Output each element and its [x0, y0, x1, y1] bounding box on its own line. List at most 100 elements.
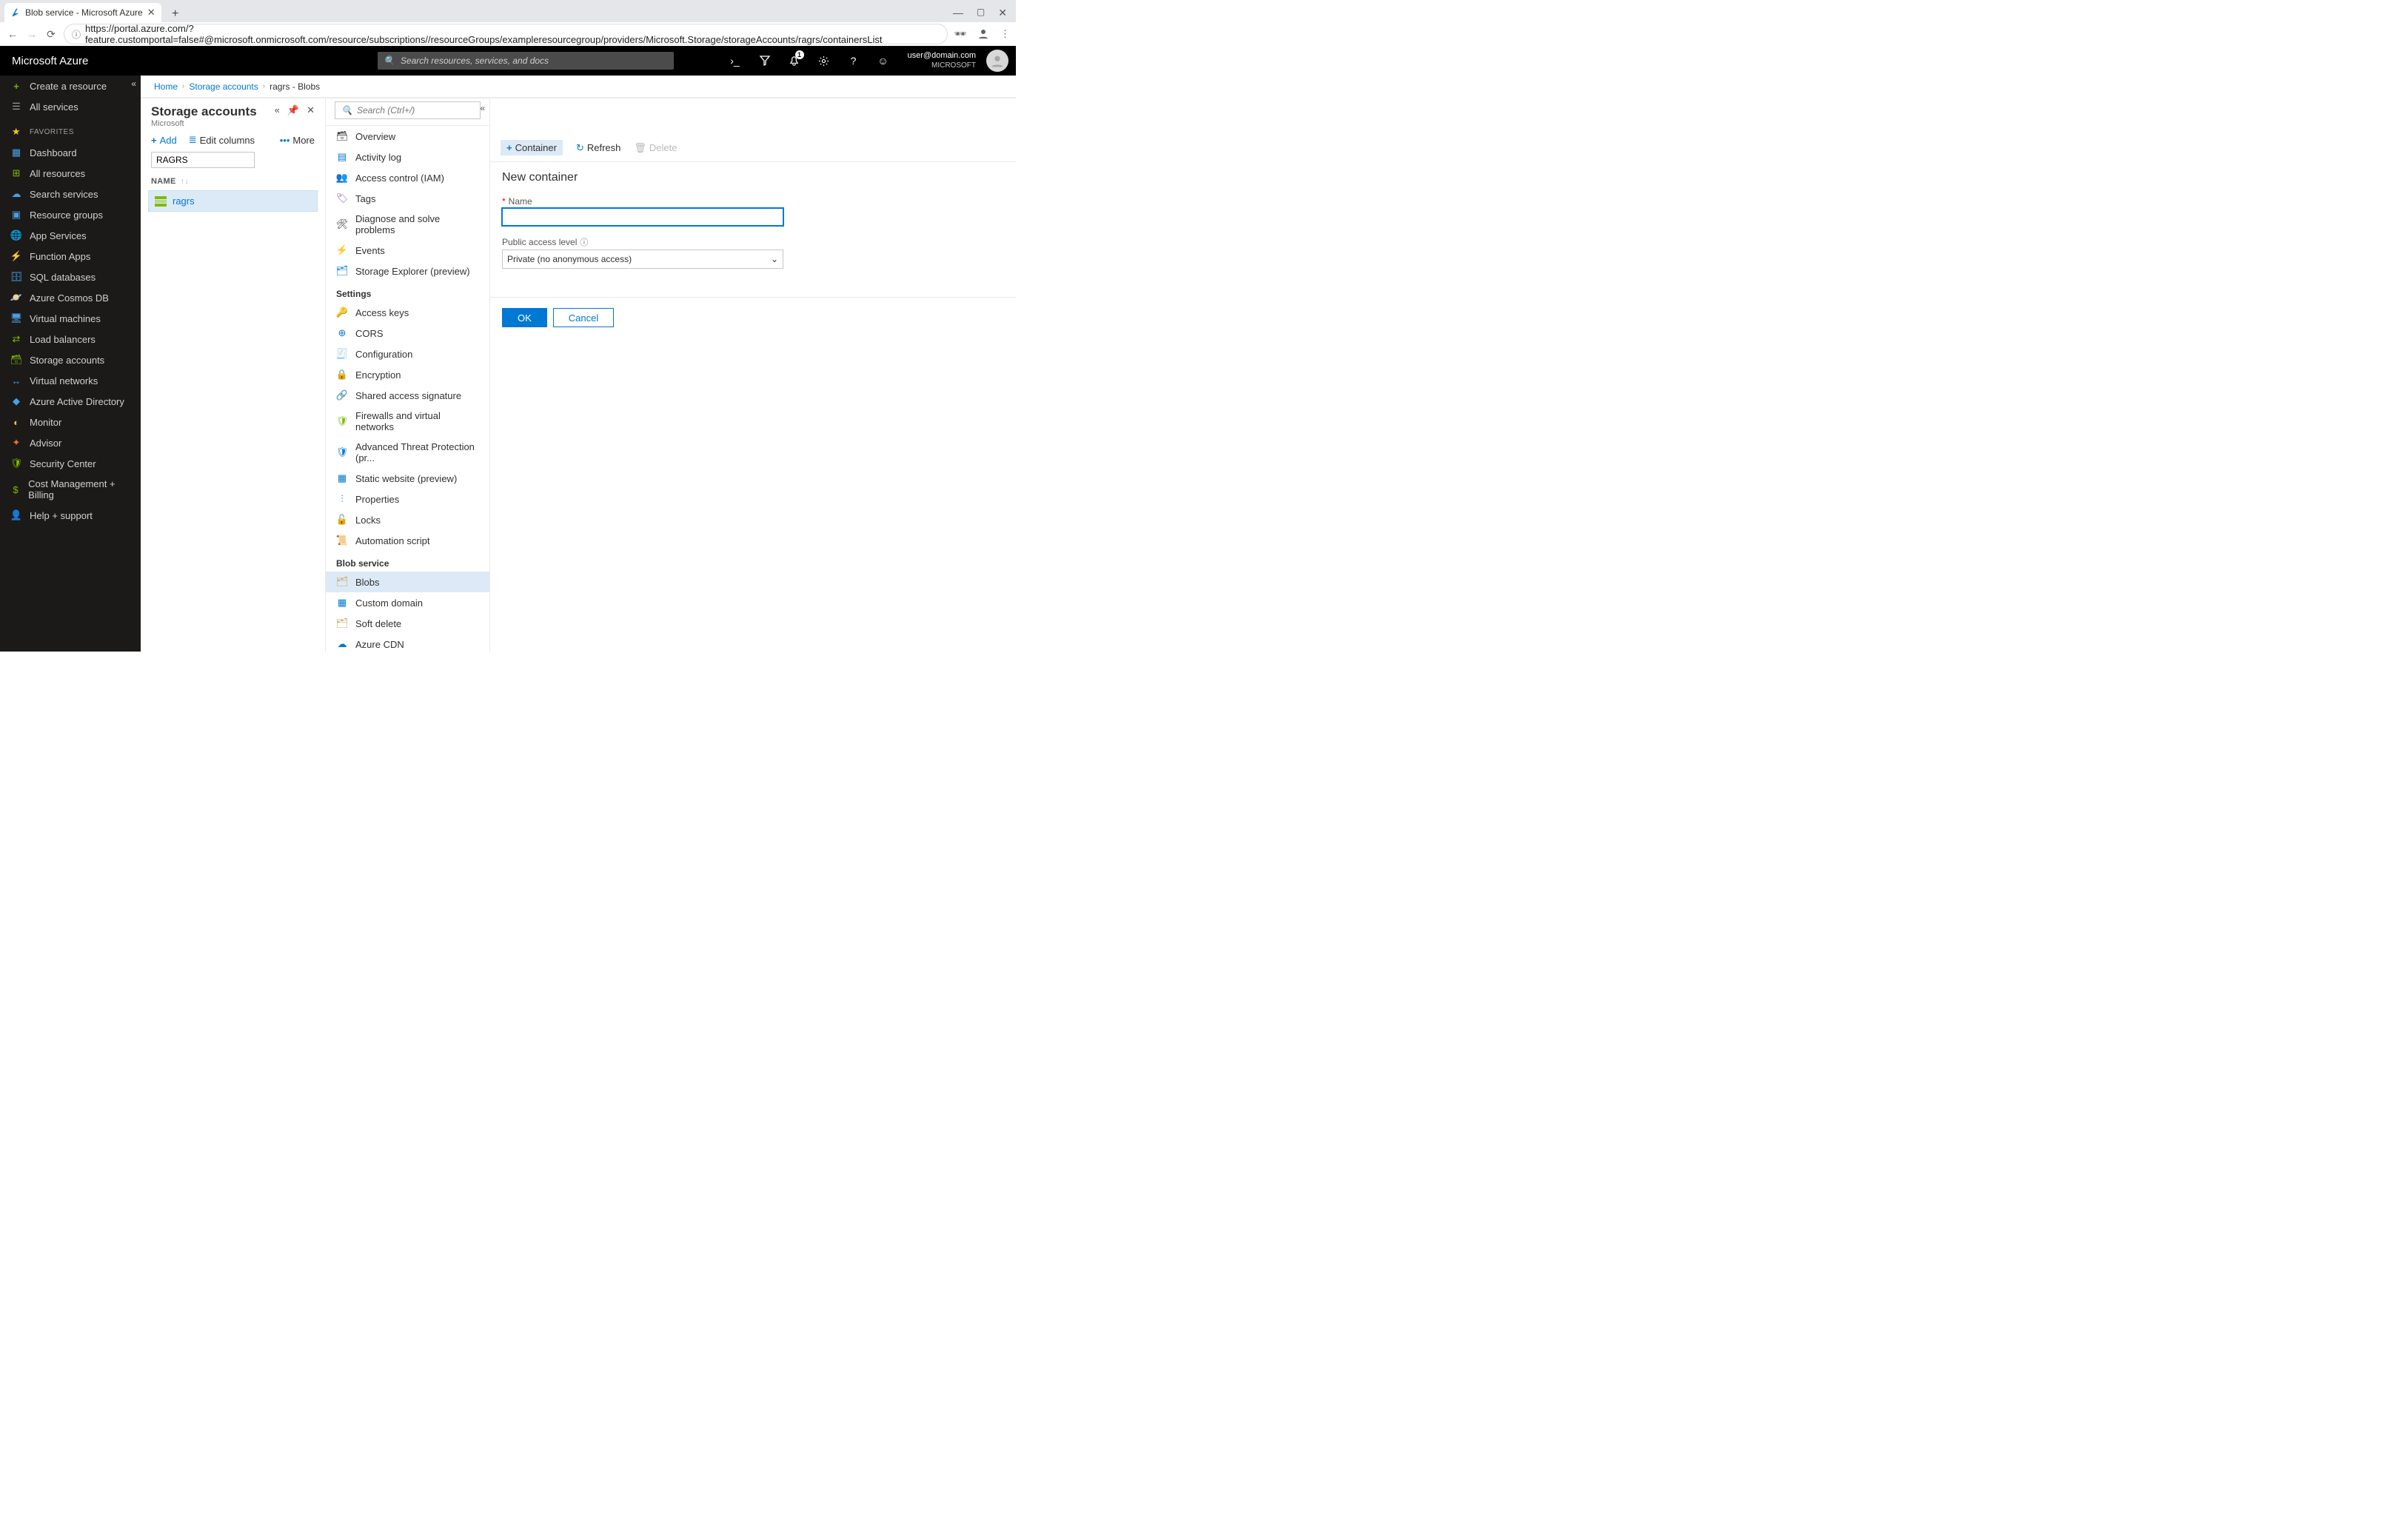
info-icon[interactable]: ⓘ	[580, 236, 588, 248]
notifications-icon[interactable]: 1	[780, 46, 809, 76]
menu-cors[interactable]: ⊕CORS	[326, 323, 489, 344]
menu-locks[interactable]: 🔓Locks	[326, 509, 489, 530]
cmd-add[interactable]: +Add	[151, 135, 177, 146]
browser-menu-icon[interactable]: ⋮	[1000, 28, 1010, 40]
nav-monitor[interactable]: ◐Monitor	[0, 412, 141, 432]
nav-all-services[interactable]: ☰ All services	[0, 96, 141, 117]
settings-icon[interactable]	[810, 46, 838, 76]
nav-create-resource[interactable]: + Create a resource	[0, 76, 141, 96]
cmd-more[interactable]: •••More	[280, 135, 315, 146]
label-name: * Name	[502, 196, 774, 207]
menu-encryption[interactable]: 🔒Encryption	[326, 364, 489, 385]
crumb-home[interactable]: Home	[154, 81, 178, 92]
nav-advisor[interactable]: ✦Advisor	[0, 432, 141, 453]
column-header-name[interactable]: NAME ↑↓	[141, 171, 325, 189]
menu-sas[interactable]: 🔗Shared access signature	[326, 385, 489, 406]
site-info-icon[interactable]: ⓘ	[72, 28, 81, 41]
nav-cosmos-db[interactable]: 🪐Azure Cosmos DB	[0, 287, 141, 308]
menu-custom-domain[interactable]: ▦Custom domain	[326, 592, 489, 613]
incognito-icon[interactable]: 🕶	[954, 28, 966, 40]
ellipsis-icon: •••	[280, 135, 290, 146]
explorer-icon: 🗂	[336, 265, 348, 277]
profile-icon[interactable]	[977, 27, 990, 41]
window-close-icon[interactable]: ✕	[998, 7, 1007, 19]
nav-search-services[interactable]: ☁Search services	[0, 184, 141, 204]
browser-tab[interactable]: Blob service - Microsoft Azure ✕	[4, 3, 161, 22]
cloud-shell-icon[interactable]: ›_	[721, 46, 749, 76]
close-tab-icon[interactable]: ✕	[147, 7, 155, 19]
blobs-icon: 🗂	[336, 576, 348, 588]
global-search[interactable]: 🔍 Search resources, services, and docs	[378, 52, 674, 70]
nav-storage-accounts[interactable]: 🗃Storage accounts	[0, 349, 141, 370]
sort-icon: ↑↓	[181, 177, 190, 186]
nav-aad[interactable]: ◆Azure Active Directory	[0, 391, 141, 412]
blade2-collapse-icon[interactable]: «	[480, 103, 485, 113]
menu-overview[interactable]: 🗃Overview	[326, 126, 489, 147]
nav-cost-mgmt[interactable]: $Cost Management + Billing	[0, 474, 141, 505]
cloud-search-icon: ☁	[10, 188, 22, 200]
browser-chrome: Blob service - Microsoft Azure ✕ + — ▢ ✕…	[0, 0, 1016, 46]
blade1-pin-icon[interactable]: 📌	[287, 104, 299, 116]
blade1-close-icon[interactable]: ✕	[307, 104, 315, 116]
menu-diagnose[interactable]: 🛠Diagnose and solve problems	[326, 209, 489, 240]
form-title: New container	[502, 171, 774, 184]
nav-reload-icon[interactable]: ⟳	[44, 28, 58, 41]
nav-resource-groups[interactable]: ▣Resource groups	[0, 204, 141, 225]
menu-atp[interactable]: 🛡Advanced Threat Protection (pr...	[326, 437, 489, 468]
directory-filter-icon[interactable]	[751, 46, 779, 76]
menu-firewalls[interactable]: 🛡Firewalls and virtual networks	[326, 406, 489, 437]
menu-properties[interactable]: ⫶Properties	[326, 489, 489, 509]
menu-automation[interactable]: 📜Automation script	[326, 530, 489, 551]
crumb-storage-accounts[interactable]: Storage accounts	[189, 81, 258, 92]
storage-account-row[interactable]: ragrs	[148, 190, 318, 212]
blade1-collapse-icon[interactable]: «	[275, 104, 280, 116]
avatar[interactable]	[986, 50, 1008, 72]
azure-brand[interactable]: Microsoft Azure	[0, 55, 378, 67]
menu-events[interactable]: ⚡Events	[326, 240, 489, 261]
access-level-value: Private (no anonymous access)	[507, 254, 632, 264]
window-minimize-icon[interactable]: —	[953, 7, 963, 19]
window-maximize-icon[interactable]: ▢	[977, 7, 985, 19]
access-level-select[interactable]: Private (no anonymous access) ⌄	[502, 250, 783, 269]
plus-icon: +	[151, 135, 157, 146]
storage-account-link[interactable]: ragrs	[173, 195, 195, 207]
lock-icon: 🔒	[336, 369, 348, 381]
container-name-input[interactable]	[502, 208, 783, 226]
ok-button[interactable]: OK	[502, 308, 547, 327]
nav-forward-icon[interactable]: →	[25, 28, 39, 40]
menu-iam[interactable]: 👥Access control (IAM)	[326, 167, 489, 188]
menu-tags[interactable]: 🏷Tags	[326, 188, 489, 209]
menu-soft-delete[interactable]: 🗂Soft delete	[326, 613, 489, 634]
menu-storage-explorer[interactable]: 🗂Storage Explorer (preview)	[326, 261, 489, 281]
user-account[interactable]: user@domain.com MICROSOFT	[899, 51, 985, 70]
nav-load-balancers[interactable]: ⇄Load balancers	[0, 329, 141, 349]
nav-security-center[interactable]: 🛡Security Center	[0, 453, 141, 474]
storage-filter-input[interactable]	[151, 152, 255, 168]
nav-all-resources[interactable]: ⊞All resources	[0, 163, 141, 184]
help-icon[interactable]: ?	[840, 46, 868, 76]
left-nav: « + Create a resource ☰ All services ★ F…	[0, 76, 141, 652]
cmd-edit-columns[interactable]: ≣Edit columns	[189, 134, 255, 146]
new-tab-button[interactable]: +	[167, 6, 184, 22]
cmd-new-container[interactable]: +Container	[501, 140, 563, 155]
nav-function-apps[interactable]: ⚡Function Apps	[0, 246, 141, 267]
menu-configuration[interactable]: 🧾Configuration	[326, 344, 489, 364]
nav-virtual-machines[interactable]: 🖥Virtual machines	[0, 308, 141, 329]
nav-virtual-networks[interactable]: ↔Virtual networks	[0, 370, 141, 391]
menu-azure-cdn[interactable]: ☁Azure CDN	[326, 634, 489, 652]
cmd-refresh[interactable]: ↻Refresh	[576, 142, 620, 154]
cancel-button[interactable]: Cancel	[553, 308, 614, 327]
menu-static-website[interactable]: ▦Static website (preview)	[326, 468, 489, 489]
menu-activity-log[interactable]: ▤Activity log	[326, 147, 489, 167]
nav-back-icon[interactable]: ←	[6, 28, 19, 40]
menu-access-keys[interactable]: 🔑Access keys	[326, 302, 489, 323]
nav-collapse-icon[interactable]: «	[131, 78, 136, 89]
url-box[interactable]: ⓘ https://portal.azure.com/?feature.cust…	[64, 24, 948, 44]
nav-dashboard[interactable]: ▦Dashboard	[0, 142, 141, 163]
nav-sql-databases[interactable]: 🗄SQL databases	[0, 267, 141, 287]
resource-menu-search[interactable]: 🔍 Search (Ctrl+/)	[335, 101, 481, 119]
nav-app-services[interactable]: 🌐App Services	[0, 225, 141, 246]
nav-help-support[interactable]: 👤Help + support	[0, 505, 141, 526]
menu-blobs[interactable]: 🗂Blobs	[326, 572, 489, 592]
feedback-icon[interactable]: ☺	[869, 46, 897, 76]
